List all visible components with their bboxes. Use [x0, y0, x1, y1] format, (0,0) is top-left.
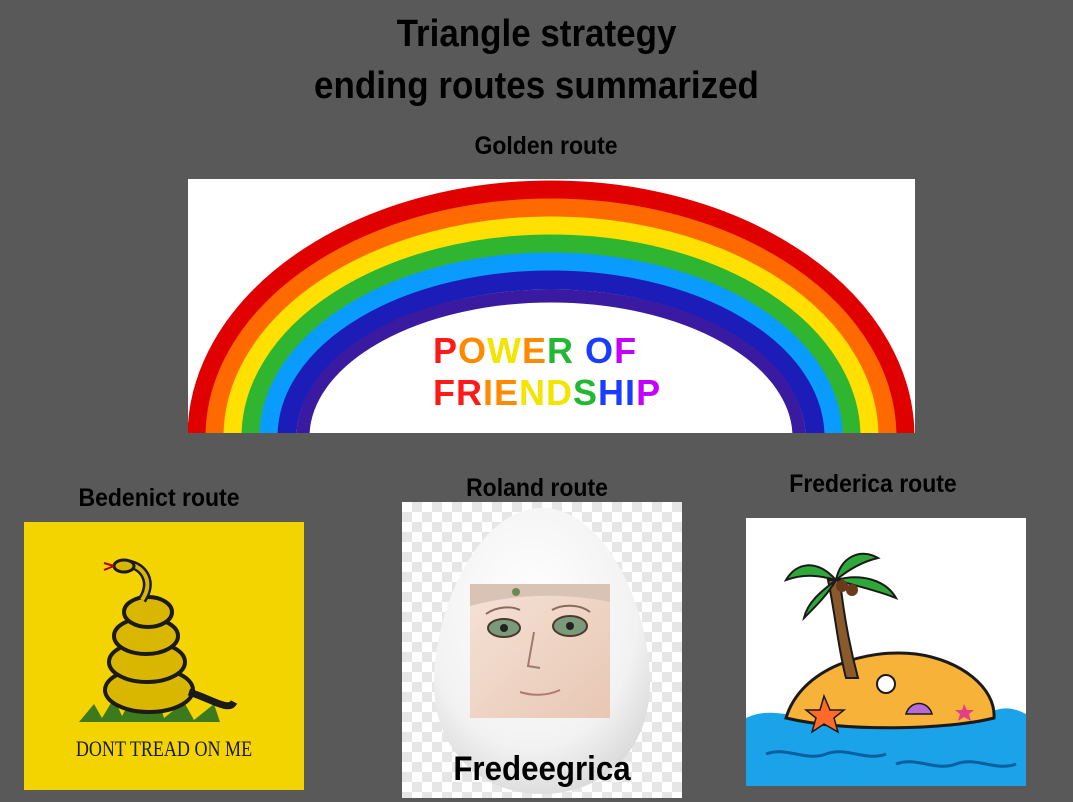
bedenict-route-label: Bedenict route — [78, 484, 240, 512]
page-title: Triangle strategy ending routes summariz… — [43, 8, 1030, 112]
frederica-route-image — [746, 518, 1026, 786]
face-jewel — [512, 588, 520, 596]
title-line-2: ending routes summarized — [314, 65, 759, 107]
palm-leaf-1 — [783, 564, 840, 582]
title-line-1: Triangle strategy — [396, 13, 677, 55]
palm-leaf-2 — [834, 552, 881, 583]
egg-caption: Fredeegrica — [453, 750, 631, 788]
golden-route-image: POWER OF FRIENDSHIP — [188, 179, 915, 433]
face-pupil-left — [500, 624, 508, 632]
roland-route-label: Roland route — [466, 474, 608, 502]
island-illustration — [746, 552, 1026, 786]
snake-head — [112, 558, 136, 574]
power-of-friendship-line1: POWER OF — [433, 330, 638, 371]
coconut-2 — [846, 584, 858, 596]
snake-tail — [187, 688, 238, 710]
bedenict-route-image: DONT TREAD ON ME — [24, 522, 304, 790]
golden-route-label: Golden route — [474, 132, 618, 160]
power-of-friendship-line2: FRIENDSHIP — [433, 372, 662, 413]
flag-motto: DONT TREAD ON ME — [75, 736, 253, 761]
roland-route-image: Fredeegrica — [402, 502, 682, 798]
frederica-route-label: Frederica route — [789, 470, 957, 498]
face-photo — [470, 584, 610, 718]
face-pupil-right — [566, 622, 574, 630]
snake-tongue — [103, 562, 115, 571]
spiral-shell — [876, 674, 896, 694]
coil-top — [122, 595, 174, 629]
